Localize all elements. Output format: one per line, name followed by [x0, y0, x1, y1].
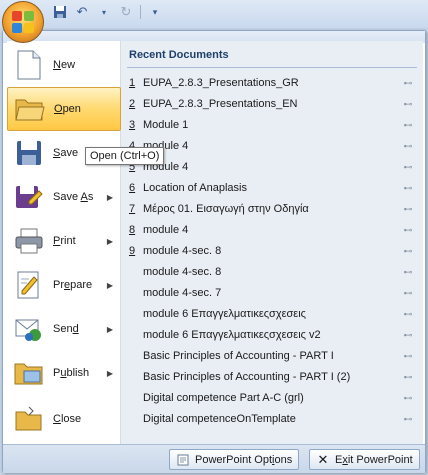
toolbar-separator: [140, 5, 141, 19]
publish-command[interactable]: Publish ▶: [7, 351, 121, 395]
exit-powerpoint-button[interactable]: ✕ Exit PowerPoint: [309, 449, 420, 470]
print-command[interactable]: Print ▶: [7, 219, 121, 263]
save-label: Save: [53, 147, 79, 159]
pin-icon[interactable]: ⊷: [401, 246, 415, 257]
submenu-arrow-icon: ▶: [106, 236, 113, 246]
close-x-icon: ✕: [317, 451, 329, 467]
pin-icon[interactable]: ⊷: [401, 414, 415, 425]
save-as-icon: [13, 181, 45, 213]
save-as-label: Save As: [53, 191, 94, 203]
prepare-icon: [13, 269, 45, 301]
menu-footer: PowerPoint Options ✕ Exit PowerPoint: [3, 444, 425, 473]
office-button[interactable]: [2, 1, 44, 43]
new-document-icon: [13, 49, 45, 81]
recent-item[interactable]: 9 module 4-sec. 8 ⊷: [129, 241, 415, 261]
close-command[interactable]: Close: [7, 397, 121, 441]
recent-item[interactable]: 1 EUPA_2.8.3_Presentations_GR ⊷: [129, 73, 415, 93]
recent-item[interactable]: 6 Location of Anaplasis ⊷: [129, 178, 415, 198]
recent-item[interactable]: 7 Μέρος 01. Εισαγωγή στην Οδηγία ⊷: [129, 199, 415, 219]
office-logo-icon: [11, 10, 35, 34]
new-label: New: [53, 59, 76, 71]
recent-item[interactable]: 5 module 4 ⊷: [129, 157, 415, 177]
options-icon: [176, 453, 190, 467]
recent-item[interactable]: module 6 Επαγγελματικεςσχεσεις v2 ⊷: [129, 325, 415, 345]
pin-icon[interactable]: ⊷: [401, 267, 415, 278]
recent-documents-title: Recent Documents: [129, 49, 229, 61]
pin-icon[interactable]: ⊷: [401, 372, 415, 383]
powerpoint-options-label: PowerPoint Options: [195, 453, 293, 466]
recent-item[interactable]: module 4-sec. 7 ⊷: [129, 283, 415, 303]
close-folder-icon: [13, 403, 45, 435]
pin-icon[interactable]: ⊷: [401, 78, 415, 89]
submenu-arrow-icon: ▶: [106, 324, 113, 334]
submenu-arrow-icon: ▶: [106, 280, 113, 290]
publish-icon: [13, 357, 45, 389]
recent-documents-pane: Recent Documents 1 EUPA_2.8.3_Presentatio…: [121, 41, 423, 444]
undo-icon[interactable]: ↶: [74, 4, 90, 20]
printer-icon: [13, 225, 45, 257]
open-tooltip: Open (Ctrl+O): [85, 147, 165, 165]
pin-icon[interactable]: ⊷: [401, 141, 415, 152]
new-command[interactable]: New: [7, 43, 121, 87]
commands-pane: New Open Save Save As ▶ Print ▶ Prepare …: [7, 41, 121, 444]
recent-item[interactable]: Basic Principles of Accounting - PART I ⊷: [129, 346, 415, 366]
office-menu: New Open Save Save As ▶ Print ▶ Prepare …: [2, 30, 426, 473]
prepare-label: Prepare: [53, 279, 93, 291]
pin-icon[interactable]: ⊷: [401, 204, 415, 215]
send-icon: [13, 313, 45, 345]
quick-access-toolbar: ↶ ▾ ↻ ▾: [52, 3, 163, 21]
submenu-arrow-icon: ▶: [106, 368, 113, 378]
save-disk-icon: [13, 137, 45, 169]
open-label: Open: [54, 103, 81, 115]
pin-icon[interactable]: ⊷: [401, 99, 415, 110]
pin-icon[interactable]: ⊷: [401, 225, 415, 236]
recent-item[interactable]: module 4-sec. 8 ⊷: [129, 262, 415, 282]
save-icon[interactable]: [52, 4, 68, 20]
send-label: Send: [53, 323, 79, 335]
recent-item[interactable]: 4 module 4 ⊷: [129, 136, 415, 156]
prepare-command[interactable]: Prepare ▶: [7, 263, 121, 307]
recent-item[interactable]: module 6 Επαγγελματικεςσχεσεις ⊷: [129, 304, 415, 324]
customize-toolbar-icon[interactable]: ▾: [147, 4, 163, 20]
send-command[interactable]: Send ▶: [7, 307, 121, 351]
divider: [127, 67, 417, 68]
recent-item[interactable]: Basic Principles of Accounting - PART I …: [129, 367, 415, 387]
pin-icon[interactable]: ⊷: [401, 351, 415, 362]
open-command[interactable]: Open: [7, 87, 121, 131]
pin-icon[interactable]: ⊷: [401, 288, 415, 299]
recent-item[interactable]: 3 Module 1 ⊷: [129, 115, 415, 135]
recent-item[interactable]: 8 module 4 ⊷: [129, 220, 415, 240]
redo-icon[interactable]: ↻: [118, 4, 134, 20]
submenu-arrow-icon: ▶: [106, 192, 113, 202]
recent-item[interactable]: 2 EUPA_2.8.3_Presentations_EN ⊷: [129, 94, 415, 114]
powerpoint-options-button[interactable]: PowerPoint Options: [169, 449, 300, 470]
open-folder-icon: [14, 93, 46, 125]
pin-icon[interactable]: ⊷: [401, 120, 415, 131]
undo-dropdown-icon[interactable]: ▾: [96, 4, 112, 20]
publish-label: Publish: [53, 367, 90, 379]
recent-item[interactable]: Digital competenceOnTemplate ⊷: [129, 409, 415, 429]
pin-icon[interactable]: ⊷: [401, 162, 415, 173]
pin-icon[interactable]: ⊷: [401, 309, 415, 320]
recent-item[interactable]: Digital competence Part A-C (grl) ⊷: [129, 388, 415, 408]
print-label: Print: [53, 235, 76, 247]
pin-icon[interactable]: ⊷: [401, 330, 415, 341]
pin-icon[interactable]: ⊷: [401, 183, 415, 194]
save-as-command[interactable]: Save As ▶: [7, 175, 121, 219]
pin-icon[interactable]: ⊷: [401, 393, 415, 404]
close-label: Close: [53, 413, 82, 425]
exit-powerpoint-label: Exit PowerPoint: [335, 453, 413, 466]
